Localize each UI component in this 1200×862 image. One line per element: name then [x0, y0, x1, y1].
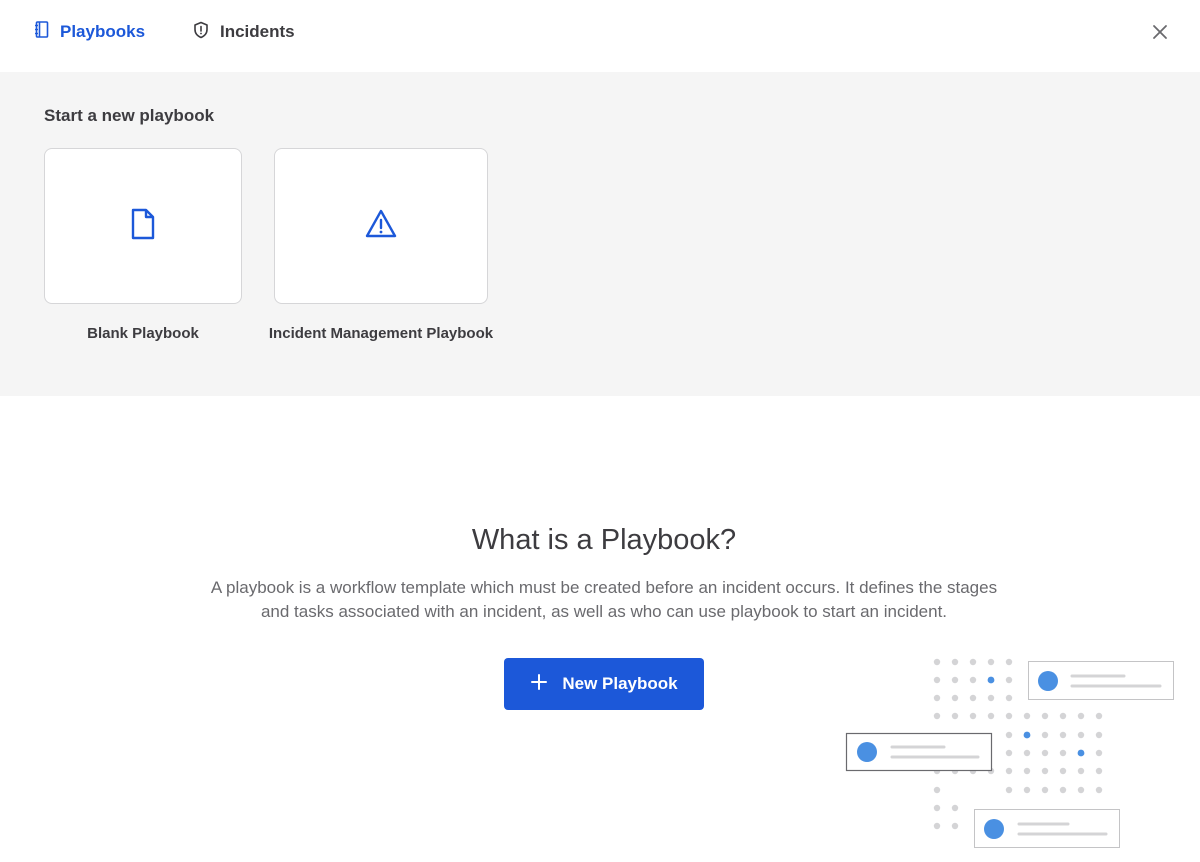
illustration-card: [845, 732, 993, 772]
plus-icon: [530, 673, 548, 696]
top-bar: Playbooks Incidents: [0, 0, 1200, 72]
dot-grid: [933, 658, 1103, 830]
section-title: Start a new playbook: [44, 106, 215, 125]
new-playbook-button[interactable]: New Playbook: [504, 658, 704, 710]
shield-icon: [192, 21, 210, 44]
template-label: Incident Management Playbook: [268, 325, 494, 342]
illustration-card: [1028, 661, 1174, 700]
book-icon: [34, 20, 50, 44]
template-label: Blank Playbook: [87, 325, 199, 342]
tab-label: Incidents: [220, 22, 295, 41]
warning-icon: [364, 208, 398, 245]
document-icon: [129, 208, 157, 245]
incident-management-playbook-card[interactable]: [274, 148, 488, 304]
illustration-card: [974, 809, 1120, 848]
tab-playbooks[interactable]: Playbooks: [34, 20, 145, 44]
close-icon: [1150, 25, 1170, 46]
tab-incidents[interactable]: Incidents: [192, 20, 295, 44]
close-button[interactable]: [1150, 22, 1170, 42]
tab-label: Playbooks: [60, 22, 146, 41]
info-title: What is a Playbook?: [471, 524, 737, 556]
blank-playbook-card[interactable]: [44, 148, 242, 304]
templates-section: Start a new playbook Blank Playbook Inci…: [0, 72, 1200, 396]
info-description: A playbook is a workflow template which …: [210, 578, 998, 621]
button-label: New Playbook: [562, 674, 678, 693]
highlight-dots: [987, 676, 1085, 757]
